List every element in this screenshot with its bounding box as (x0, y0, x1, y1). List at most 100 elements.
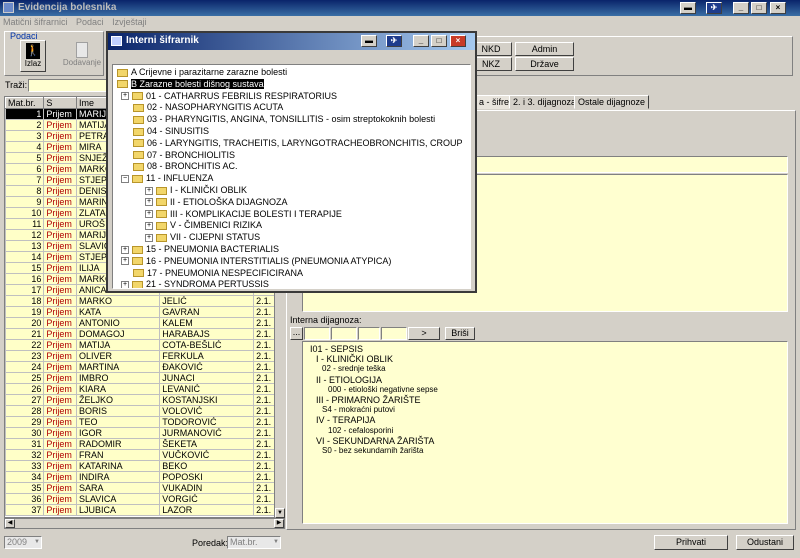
dialog-minimize-button[interactable]: _ (413, 35, 429, 47)
table-row[interactable]: 22 Prijem MATIJA COTA-BEŠLIĆ 2.1. (5, 339, 284, 351)
tree-item[interactable]: + I - KLINIČKI OBLIK (145, 185, 247, 196)
dodavanje-button[interactable]: Dodavanje (62, 40, 102, 72)
scroll-right-icon[interactable]: ▶ (274, 519, 284, 528)
tree-item[interactable]: 06 - LARYNGITIS, TRACHEITIS, LARYNGOTRAC… (133, 138, 463, 149)
interna-field-3[interactable] (358, 327, 380, 340)
tab-sifre[interactable]: a - šifre (475, 95, 514, 109)
dialog-roll-icon[interactable]: ▬ (361, 35, 377, 47)
expand-icon[interactable]: + (145, 186, 153, 195)
drzave-button[interactable]: Države (515, 57, 574, 71)
table-row[interactable]: 37 Prijem LJUBICA LAZOR 2.1. (5, 504, 284, 516)
izlaz-button[interactable]: 🚶 Izlaz (20, 40, 46, 72)
tree-item-label: 01 - CATHARRUS FEBRILIS RESPIRATORIUS (146, 90, 338, 101)
table-row[interactable]: 33 Prijem KATARINA BEKO 2.1. (5, 460, 284, 472)
table-row[interactable]: 31 Prijem RADOMIR ŠEKETA 2.1. (5, 438, 284, 450)
tree-item[interactable]: +01 - CATHARRUS FEBRILIS RESPIRATORIUS (121, 91, 337, 102)
expand-icon[interactable]: + (121, 245, 129, 254)
interna-field-1[interactable] (304, 327, 330, 340)
tree-item[interactable]: +16 - PNEUMONIA INTERSTITIALIS (PNEUMONI… (121, 256, 391, 267)
cell-ime: IGOR (75, 427, 161, 439)
expand-icon[interactable]: + (121, 257, 129, 266)
interna-field-2[interactable] (331, 327, 357, 340)
table-row[interactable]: 32 Prijem FRAN VUČKOVIĆ 2.1. (5, 449, 284, 461)
admin-button[interactable]: Admin (515, 42, 574, 56)
tree-item[interactable]: 17 - PNEUMONIA NESPECIFICIRANA (133, 268, 303, 279)
table-row[interactable]: 26 Prijem KIARA LEVANIĆ 2.1. (5, 383, 284, 395)
poredak-select[interactable]: Mat.br. ▼ (227, 536, 281, 549)
dialog-close-button[interactable]: × (450, 35, 466, 47)
tree-item-label: 16 - PNEUMONIA INTERSTITIALIS (PNEUMONIA… (146, 255, 392, 266)
tree-item[interactable]: 07 - BRONCHIOLITIS (133, 150, 235, 161)
table-row[interactable]: 20 Prijem ANTONIO KALEM 2.1. (5, 317, 284, 329)
cell-mat-br: 26 (5, 383, 45, 395)
tab-2-3-dijagnoza[interactable]: 2. i 3. dijagnoza (509, 95, 581, 109)
table-row[interactable]: 34 Prijem INDIRA POPOSKI 2.1. (5, 471, 284, 483)
browse-button[interactable]: ... (290, 327, 303, 340)
tree-item[interactable]: − 11 - INFLUENZA (121, 173, 213, 184)
odustani-button[interactable]: Odustani (736, 535, 794, 550)
tree-item-label: 07 - BRONCHIOLITIS (147, 149, 236, 160)
dialog-title: Interni šifrarnik (126, 35, 199, 46)
table-row[interactable]: 19 Prijem KATA GAVRAN 2.1. (5, 306, 284, 318)
col-s[interactable]: S (43, 97, 77, 109)
tree-item[interactable]: + III - KOMPLIKACIJE BOLESTI I TERAPIJE (145, 209, 342, 220)
table-row[interactable]: 29 Prijem TEO TODOROVIĆ 2.1. (5, 416, 284, 428)
interna-field-4[interactable] (381, 327, 407, 340)
close-button[interactable]: × (770, 2, 786, 14)
scroll-down-icon[interactable]: ▼ (275, 508, 285, 518)
tree-item[interactable]: + II - ETIOLOŠKA DIJAGNOZA (145, 197, 288, 208)
help-icon[interactable]: ✈ (706, 2, 722, 14)
table-row[interactable]: 21 Prijem DOMAGOJ HARABAJS 2.1. (5, 328, 284, 340)
tree-item[interactable]: A Crijevne i parazitarne zarazne bolesti (117, 67, 287, 78)
menu-izvjestaji[interactable]: Izvještaji (109, 16, 150, 29)
table-row[interactable]: 25 Prijem IMBRO JUNACI 2.1. (5, 372, 284, 384)
app-title: Evidencija bolesnika (18, 2, 117, 13)
search-input[interactable] (28, 79, 108, 92)
tree-item[interactable]: 03 - PHARYNGITIS, ANGINA, TONSILLITIS - … (133, 114, 435, 125)
brisi-button[interactable]: Briši (445, 327, 475, 340)
tree-item[interactable]: +15 - PNEUMONIA BACTERIALIS (121, 244, 279, 255)
table-row[interactable]: 36 Prijem SLAVICA VORGIĆ 2.1. (5, 493, 284, 505)
folder-icon (133, 269, 144, 278)
prihvati-button[interactable]: Prihvati (654, 535, 728, 550)
expand-icon[interactable]: + (145, 198, 153, 207)
tree-item-label: 03 - PHARYNGITIS, ANGINA, TONSILLITIS - … (147, 114, 436, 125)
table-row[interactable]: 35 Prijem SARA VUKADIN 2.1. (5, 482, 284, 494)
year-select[interactable]: 2009 ▼ (4, 536, 42, 549)
tree-item[interactable]: + V - ČIMBENICI RIZIKA (145, 220, 262, 231)
folder-icon (117, 80, 128, 89)
cell-ime: LJUBICA (75, 504, 161, 516)
roll-icon[interactable]: ▬ (680, 2, 696, 14)
tree-item[interactable]: 08 - BRONCHITIS AC. (133, 161, 238, 172)
tree-item[interactable]: B Zarazne bolesti dišnog sustava (117, 78, 264, 90)
collapse-icon[interactable]: − (121, 174, 129, 183)
next-button[interactable]: > (408, 327, 440, 340)
dialog-help-icon[interactable]: ✈ (386, 35, 402, 47)
table-row[interactable]: 28 Prijem BORIS VOLOVIĆ 2.1. (5, 405, 284, 417)
expand-icon[interactable]: + (145, 210, 153, 219)
tree-item[interactable]: +21 - SYNDROMA PERTUSSIS (121, 279, 269, 288)
col-mat-br[interactable]: Mat.br. (5, 97, 45, 109)
expand-icon[interactable]: + (121, 281, 129, 288)
tab-ostale-dijagnoze[interactable]: Ostale dijagnoze (574, 95, 650, 109)
table-row[interactable]: 23 Prijem OLIVER FERKULA 2.1. (5, 350, 284, 362)
table-row[interactable]: 24 Prijem MARTINA ĐAKOVIĆ 2.1. (5, 361, 284, 373)
grid-hscrollbar[interactable]: ◀ ▶ (4, 518, 285, 529)
minimize-button[interactable]: _ (733, 2, 749, 14)
table-row[interactable]: 30 Prijem IGOR JURMANOVIĆ 2.1. (5, 427, 284, 439)
tree-item[interactable]: + VII - CIJEPNI STATUS (145, 232, 260, 243)
cell-ime: ŽELJKO (75, 394, 161, 406)
tree-item[interactable]: 04 - SINUSITIS (133, 126, 209, 137)
maximize-button[interactable]: □ (751, 2, 767, 14)
menu-maticni-sifrarnici[interactable]: Matični šifrarnici (0, 16, 71, 29)
table-row[interactable]: 18 Prijem MARKO JELIĆ 2.1. (5, 295, 284, 307)
expand-icon[interactable]: + (145, 222, 153, 231)
expand-icon[interactable]: + (145, 233, 153, 242)
tree-item[interactable]: 02 - NASOPHARYNGITIS ACUTA (133, 102, 283, 113)
scroll-left-icon[interactable]: ◀ (5, 519, 15, 528)
expand-icon[interactable]: + (121, 92, 129, 101)
dialog-maximize-button[interactable]: □ (431, 35, 447, 47)
cell-status: Prijem (43, 482, 77, 494)
menu-podaci[interactable]: Podaci (73, 16, 107, 29)
table-row[interactable]: 27 Prijem ŽELJKO KOSTANJSKI 2.1. (5, 394, 284, 406)
